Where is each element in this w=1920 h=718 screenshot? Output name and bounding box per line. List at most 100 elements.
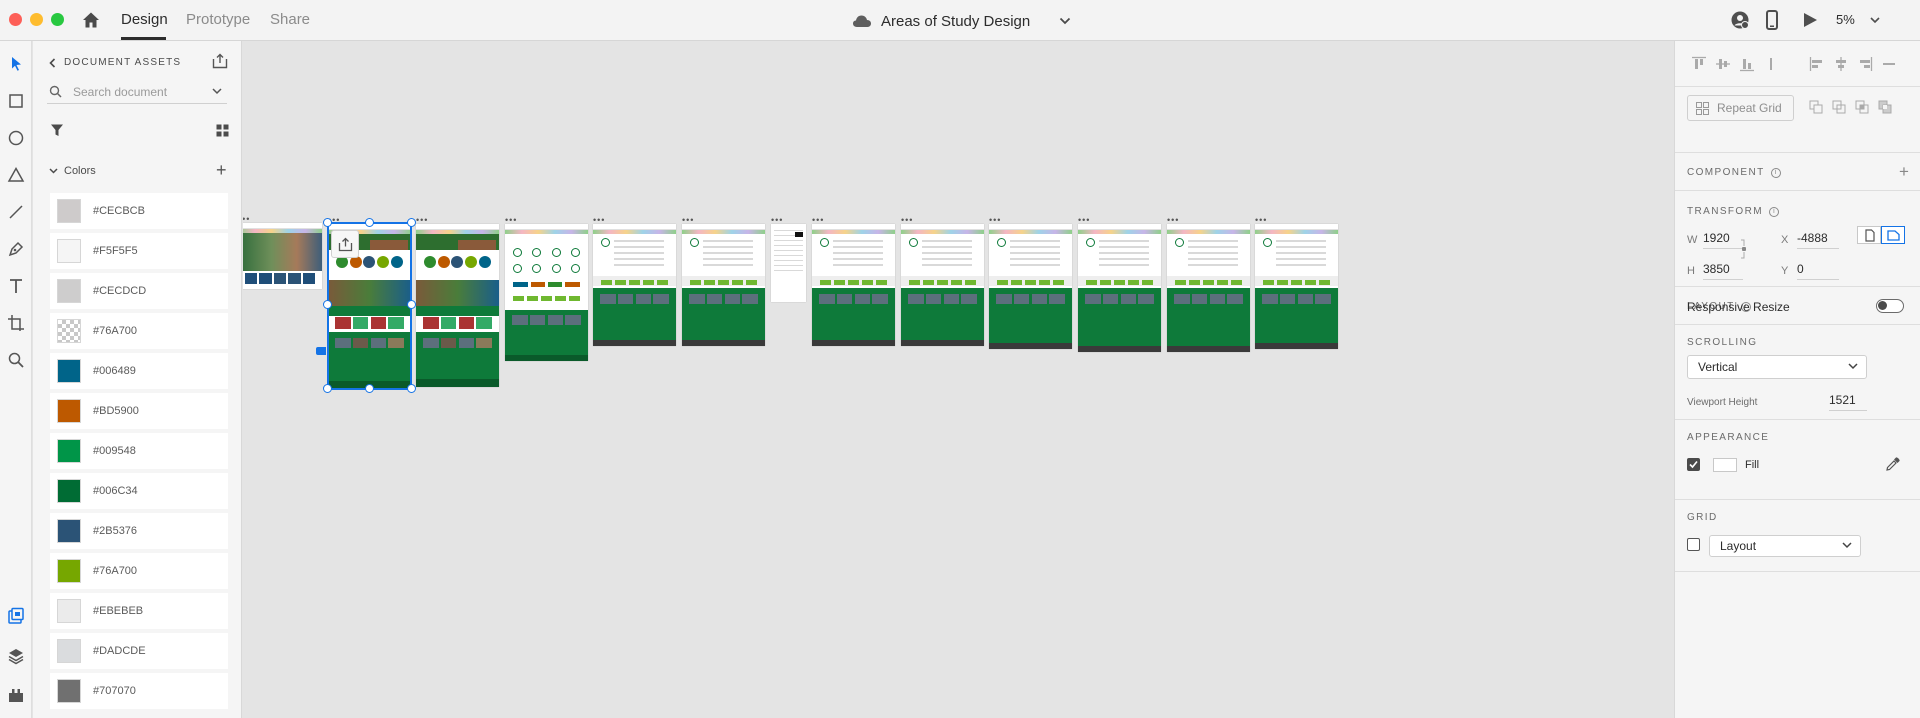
grid-type-select[interactable]: Layout: [1709, 535, 1861, 557]
share-assets-icon[interactable]: [212, 53, 228, 69]
boolean-exclude-icon[interactable]: [1877, 99, 1893, 115]
home-icon[interactable]: [80, 9, 102, 31]
colors-section-toggle[interactable]: Colors: [49, 165, 96, 177]
distribute-horizontal-icon[interactable]: [1881, 56, 1897, 72]
boolean-subtract-icon[interactable]: [1831, 99, 1847, 115]
artboard-thumbnail[interactable]: •••: [1078, 215, 1161, 352]
layers-panel-icon[interactable]: [7, 647, 25, 665]
scrolling-select[interactable]: Vertical: [1687, 355, 1867, 379]
align-left-icon[interactable]: [1809, 56, 1825, 72]
share-artboard-button[interactable]: [331, 230, 359, 258]
fill-color-swatch[interactable]: [1713, 458, 1737, 472]
filter-icon[interactable]: [50, 123, 64, 137]
artboard-thumbnail[interactable]: •••: [989, 215, 1072, 349]
boolean-intersect-icon[interactable]: [1854, 99, 1870, 115]
artboard-thumbnail[interactable]: •••: [901, 215, 984, 346]
boolean-add-icon[interactable]: [1808, 99, 1824, 115]
artboard-thumbnail[interactable]: •••: [505, 215, 588, 361]
chevron-down-icon[interactable]: [212, 88, 222, 95]
zoom-window-button[interactable]: [51, 13, 64, 26]
y-field[interactable]: 0: [1797, 262, 1839, 280]
text-tool-icon[interactable]: [7, 277, 25, 295]
design-canvas[interactable]: •••••••••••••••••••••••••••••••••••••••: [243, 41, 1674, 718]
distribute-vertical-icon[interactable]: [1763, 56, 1779, 72]
tab-prototype[interactable]: Prototype: [186, 11, 250, 28]
link-proportions-icon[interactable]: [1739, 234, 1749, 264]
info-icon[interactable]: i: [1770, 167, 1781, 178]
resize-handle[interactable]: [323, 384, 332, 393]
align-center-icon[interactable]: [1833, 56, 1849, 72]
color-swatch-item[interactable]: #BD5900: [50, 393, 228, 429]
resize-handle[interactable]: [323, 300, 332, 309]
artboard-tool-icon[interactable]: [7, 314, 25, 332]
resize-handle[interactable]: [407, 384, 416, 393]
device-preview-icon[interactable]: [1765, 10, 1779, 30]
search-input[interactable]: [73, 82, 203, 102]
polygon-tool-icon[interactable]: [7, 166, 25, 184]
zoom-chevron-icon[interactable]: [1870, 17, 1880, 24]
resize-handle[interactable]: [407, 218, 416, 227]
resize-handle[interactable]: [365, 218, 374, 227]
color-swatch-item[interactable]: #2B5376: [50, 513, 228, 549]
play-preview-icon[interactable]: [1802, 12, 1818, 28]
color-swatch-item[interactable]: #DADCDE: [50, 633, 228, 669]
artboard-thumbnail[interactable]: •••: [416, 215, 499, 387]
fill-checkbox[interactable]: [1687, 458, 1700, 471]
color-swatch-item[interactable]: #CECDCD: [50, 273, 228, 309]
pen-tool-icon[interactable]: [7, 240, 25, 258]
color-swatch-item[interactable]: #006C34: [50, 473, 228, 509]
grid-view-icon[interactable]: [216, 124, 229, 137]
eyedropper-icon[interactable]: [1885, 456, 1901, 472]
plugins-panel-icon[interactable]: [7, 686, 25, 704]
artboard-thumbnail[interactable]: •••: [1255, 215, 1338, 349]
align-bottom-icon[interactable]: [1739, 56, 1755, 72]
chevron-left-icon[interactable]: [49, 57, 56, 68]
fixed-size-toggle[interactable]: [1857, 226, 1881, 244]
chevron-down-icon[interactable]: [1059, 17, 1071, 25]
color-swatch-item[interactable]: #EBEBEB: [50, 593, 228, 629]
info-icon[interactable]: i: [1768, 206, 1779, 217]
responsive-size-toggle[interactable]: [1881, 226, 1905, 244]
width-field[interactable]: 1920: [1703, 231, 1743, 249]
height-field[interactable]: 3850: [1703, 262, 1743, 280]
color-swatch-item[interactable]: #009548: [50, 433, 228, 469]
tab-design[interactable]: Design: [121, 11, 168, 28]
color-swatch-item[interactable]: #006489: [50, 353, 228, 389]
line-tool-icon[interactable]: [7, 203, 25, 221]
color-swatch-item[interactable]: #76A700: [50, 313, 228, 349]
resize-handle[interactable]: [323, 218, 332, 227]
assets-header[interactable]: DOCUMENT ASSETS: [49, 57, 181, 68]
artboard-thumbnail[interactable]: •••: [243, 214, 322, 289]
minimize-window-button[interactable]: [30, 13, 43, 26]
zoom-level[interactable]: 5%: [1836, 12, 1855, 27]
color-swatch-item[interactable]: #707070: [50, 673, 228, 709]
assets-panel-icon[interactable]: [7, 607, 25, 625]
tab-share[interactable]: Share: [270, 11, 310, 28]
align-top-icon[interactable]: [1691, 56, 1707, 72]
scroll-marker[interactable]: [316, 347, 326, 355]
color-swatch-item[interactable]: #CECBCB: [50, 193, 228, 229]
color-swatch-item[interactable]: #76A700: [50, 553, 228, 589]
select-tool-icon[interactable]: [7, 55, 25, 73]
artboard-thumbnail[interactable]: •••: [593, 215, 676, 346]
add-component-button[interactable]: +: [1899, 162, 1909, 182]
grid-checkbox[interactable]: [1687, 538, 1700, 551]
color-swatch-item[interactable]: #F5F5F5: [50, 233, 228, 269]
responsive-resize-toggle[interactable]: [1876, 299, 1904, 313]
zoom-tool-icon[interactable]: [7, 351, 25, 369]
resize-handle[interactable]: [365, 384, 374, 393]
document-title-menu[interactable]: Areas of Study Design: [852, 10, 1071, 32]
artboard-thumbnail[interactable]: •••: [812, 215, 895, 346]
artboard-thumbnail[interactable]: •••: [682, 215, 765, 346]
viewport-height-field[interactable]: 1521: [1829, 393, 1867, 411]
align-middle-icon[interactable]: [1715, 56, 1731, 72]
align-right-icon[interactable]: [1857, 56, 1873, 72]
artboard-thumbnail[interactable]: •••: [1167, 215, 1250, 352]
add-color-button[interactable]: +: [216, 161, 227, 179]
ellipse-tool-icon[interactable]: [7, 129, 25, 147]
user-account-icon[interactable]: [1730, 10, 1750, 30]
x-field[interactable]: -4888: [1797, 231, 1839, 249]
rectangle-tool-icon[interactable]: [7, 92, 25, 110]
repeat-grid-button[interactable]: Repeat Grid: [1687, 95, 1794, 121]
artboard-thumbnail[interactable]: •••: [771, 215, 806, 302]
